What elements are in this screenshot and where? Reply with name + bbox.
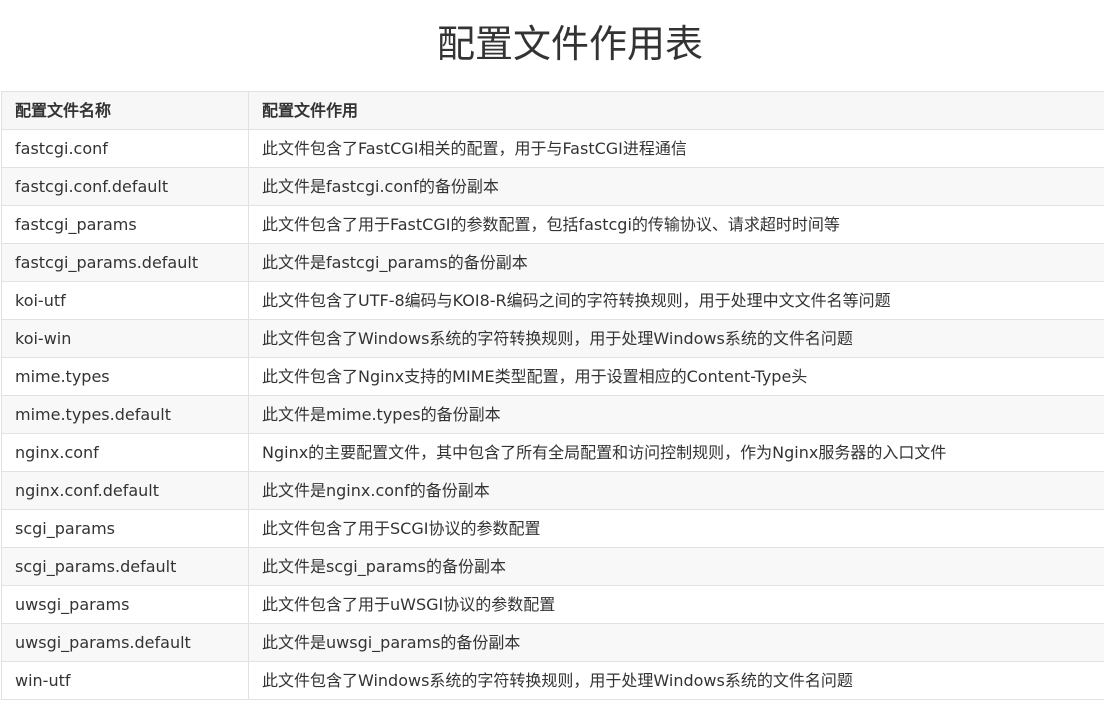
file-description-cell: 此文件是mime.types的备份副本 — [248, 395, 1104, 434]
file-description-cell: 此文件包含了UTF-8编码与KOI8-R编码之间的字符转换规则，用于处理中文文件… — [248, 281, 1104, 320]
page-title: 配置文件作用表 — [436, 22, 703, 66]
file-description-cell: 此文件是nginx.conf的备份副本 — [248, 471, 1104, 510]
file-name-cell: fastcgi.conf.default — [1, 167, 249, 206]
file-name-cell: mime.types — [1, 357, 249, 396]
file-name-cell: fastcgi.conf — [1, 129, 249, 168]
file-name-cell: scgi_params.default — [1, 547, 249, 586]
file-description-cell: 此文件包含了用于SCGI协议的参数配置 — [248, 509, 1104, 548]
column-header-description: 配置文件作用 — [248, 91, 1104, 130]
file-description-cell: 此文件是fastcgi.conf的备份副本 — [248, 167, 1104, 206]
table-row: mime.types 此文件包含了Nginx支持的MIME类型配置，用于设置相应… — [1, 357, 1104, 396]
file-name-cell: nginx.conf — [1, 433, 249, 472]
file-description-cell: 此文件包含了Windows系统的字符转换规则，用于处理Windows系统的文件名… — [248, 319, 1104, 358]
table-row: scgi_params 此文件包含了用于SCGI协议的参数配置 — [1, 509, 1104, 548]
column-header-name: 配置文件名称 — [1, 91, 249, 130]
file-name-cell: koi-win — [1, 319, 249, 358]
file-name-cell: mime.types.default — [1, 395, 249, 434]
config-file-table: 配置文件名称 配置文件作用 fastcgi.conf 此文件包含了FastCGI… — [1, 91, 1104, 700]
table-row: fastcgi_params.default 此文件是fastcgi_param… — [1, 243, 1104, 282]
table-row: uwsgi_params 此文件包含了用于uWSGI协议的参数配置 — [1, 585, 1104, 624]
table-row: win-utf 此文件包含了Windows系统的字符转换规则，用于处理Windo… — [1, 661, 1104, 700]
table-row: fastcgi.conf 此文件包含了FastCGI相关的配置，用于与FastC… — [1, 129, 1104, 168]
file-name-cell: fastcgi_params.default — [1, 243, 249, 282]
file-name-cell: uwsgi_params.default — [1, 623, 249, 662]
file-description-cell: 此文件是scgi_params的备份副本 — [248, 547, 1104, 586]
table-row: nginx.conf Nginx的主要配置文件，其中包含了所有全局配置和访问控制… — [1, 433, 1104, 472]
table-row: scgi_params.default 此文件是scgi_params的备份副本 — [1, 547, 1104, 586]
table-row: fastcgi.conf.default 此文件是fastcgi.conf的备份… — [1, 167, 1104, 206]
file-description-cell: 此文件包含了Windows系统的字符转换规则，用于处理Windows系统的文件名… — [248, 661, 1104, 700]
file-name-cell: fastcgi_params — [1, 205, 249, 244]
table-row: fastcgi_params 此文件包含了用于FastCGI的参数配置，包括fa… — [1, 205, 1104, 244]
file-description-cell: Nginx的主要配置文件，其中包含了所有全局配置和访问控制规则，作为Nginx服… — [248, 433, 1104, 472]
file-description-cell: 此文件包含了Nginx支持的MIME类型配置，用于设置相应的Content-Ty… — [248, 357, 1104, 396]
file-description-cell: 此文件是fastcgi_params的备份副本 — [248, 243, 1104, 282]
file-name-cell: uwsgi_params — [1, 585, 249, 624]
file-description-cell: 此文件包含了FastCGI相关的配置，用于与FastCGI进程通信 — [248, 129, 1104, 168]
table-header-row: 配置文件名称 配置文件作用 — [1, 91, 1104, 130]
file-description-cell: 此文件包含了用于FastCGI的参数配置，包括fastcgi的传输协议、请求超时… — [248, 205, 1104, 244]
file-name-cell: nginx.conf.default — [1, 471, 249, 510]
table-row: mime.types.default 此文件是mime.types的备份副本 — [1, 395, 1104, 434]
file-description-cell: 此文件包含了用于uWSGI协议的参数配置 — [248, 585, 1104, 624]
file-name-cell: koi-utf — [1, 281, 249, 320]
table-row: koi-win 此文件包含了Windows系统的字符转换规则，用于处理Windo… — [1, 319, 1104, 358]
table-row: uwsgi_params.default 此文件是uwsgi_params的备份… — [1, 623, 1104, 662]
file-name-cell: win-utf — [1, 661, 249, 700]
file-description-cell: 此文件是uwsgi_params的备份副本 — [248, 623, 1104, 662]
table-row: koi-utf 此文件包含了UTF-8编码与KOI8-R编码之间的字符转换规则，… — [1, 281, 1104, 320]
table-row: nginx.conf.default 此文件是nginx.conf的备份副本 — [1, 471, 1104, 510]
file-name-cell: scgi_params — [1, 509, 249, 548]
